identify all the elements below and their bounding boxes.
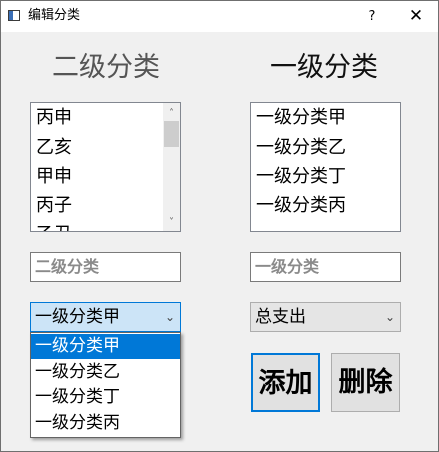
- primary-category-heading: 一级分类: [270, 52, 378, 83]
- scrollbar-thumb[interactable]: [164, 121, 179, 147]
- list-item[interactable]: 一级分类丙: [256, 194, 346, 218]
- close-button[interactable]: ✕: [394, 1, 438, 32]
- secondary-category-name-field[interactable]: 二级分类: [30, 252, 181, 282]
- secondary-category-heading: 二级分类: [52, 52, 160, 83]
- list-item[interactable]: 丙子: [36, 194, 72, 218]
- vertical-scrollbar[interactable]: ˄ ˅: [163, 103, 180, 231]
- parent-category-dropdown: 一级分类甲 一级分类乙 一级分类丁 一级分类丙: [30, 332, 181, 438]
- app-window-icon: [8, 10, 20, 21]
- chevron-down-icon[interactable]: ⌄: [385, 303, 395, 331]
- expense-type-combo-value: 总支出: [255, 307, 306, 327]
- list-item[interactable]: 乙丑: [36, 223, 72, 231]
- list-item[interactable]: 一级分类甲: [256, 106, 346, 130]
- dropdown-option[interactable]: 一级分类甲: [31, 334, 180, 359]
- help-button[interactable]: ?: [357, 1, 387, 32]
- expense-type-combo[interactable]: 总支出 ⌄: [250, 302, 401, 332]
- chevron-down-icon[interactable]: ⌄: [165, 303, 175, 331]
- dropdown-option[interactable]: 一级分类乙: [31, 360, 180, 385]
- list-item[interactable]: 丙申: [36, 106, 72, 130]
- list-item[interactable]: 乙亥: [36, 136, 72, 160]
- dropdown-option[interactable]: 一级分类丁: [31, 385, 180, 410]
- list-item[interactable]: 一级分类乙: [256, 136, 346, 160]
- parent-category-combo-value: 一级分类甲: [35, 307, 120, 327]
- window-title: 编辑分类: [28, 8, 81, 23]
- dropdown-option[interactable]: 一级分类丙: [31, 411, 180, 436]
- edit-category-dialog: 编辑分类 ? ✕ 二级分类 一级分类 丙申 乙亥 甲申 丙子 乙丑 ˄ ˅ 一级…: [0, 0, 439, 452]
- secondary-category-list[interactable]: 丙申 乙亥 甲申 丙子 乙丑 ˄ ˅: [30, 102, 181, 232]
- add-button[interactable]: 添加: [251, 353, 320, 412]
- title-bar: 编辑分类 ? ✕: [1, 1, 438, 32]
- primary-category-list[interactable]: 一级分类甲 一级分类乙 一级分类丁 一级分类丙: [250, 102, 401, 232]
- scroll-up-icon[interactable]: ˄: [163, 105, 180, 122]
- primary-category-name-field[interactable]: 一级分类: [250, 252, 401, 282]
- parent-category-combo[interactable]: 一级分类甲 ⌄: [30, 302, 181, 332]
- delete-button[interactable]: 删除: [331, 353, 400, 412]
- scroll-down-icon[interactable]: ˅: [163, 214, 180, 231]
- list-item[interactable]: 一级分类丁: [256, 165, 346, 189]
- list-item[interactable]: 甲申: [36, 165, 72, 189]
